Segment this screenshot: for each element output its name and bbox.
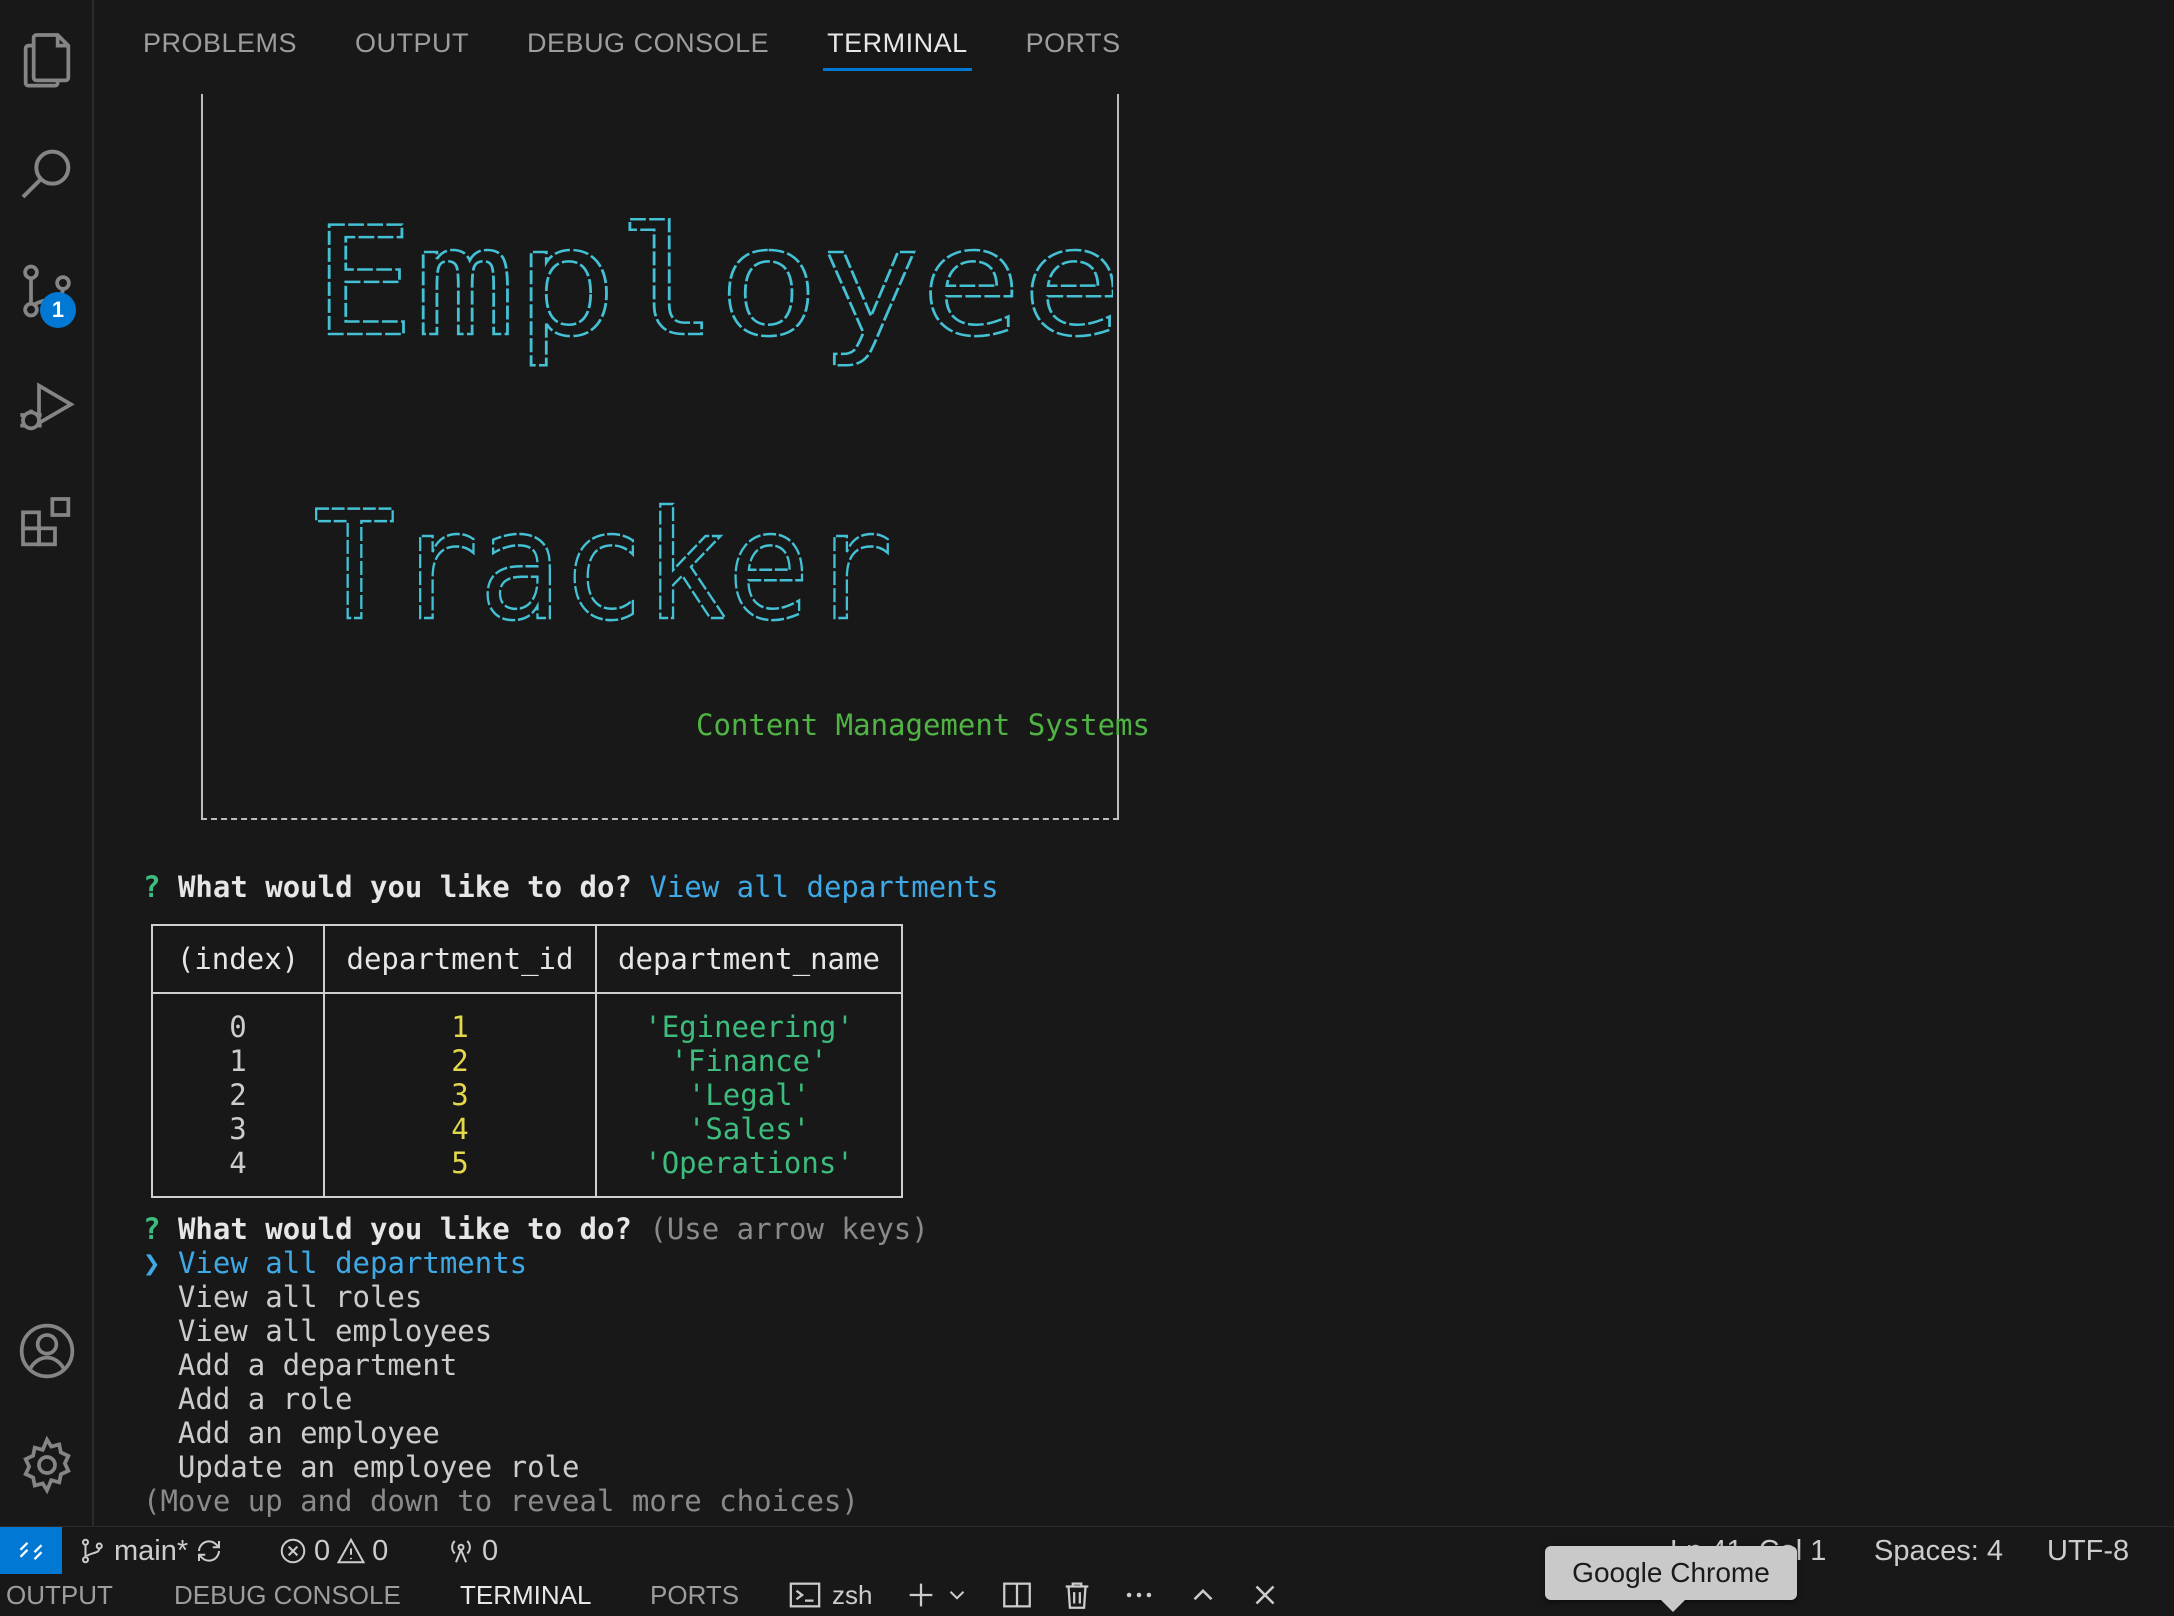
table-header-index: (index)	[176, 942, 300, 976]
prompt-marker: ?	[143, 870, 161, 904]
error-icon	[280, 1538, 306, 1564]
table-cell-department-name: 'Finance'	[670, 1044, 828, 1078]
status-bar: main* 0 0 0 Ln 41, Col 1 Spaces: 4 UTF-8	[0, 1526, 2174, 1575]
branch-name: main*	[114, 1534, 189, 1567]
banner-title-tracker: Tracker	[313, 480, 893, 644]
menu-choice[interactable]: Update an employee role	[143, 1450, 580, 1484]
source-control-badge: 1	[40, 292, 76, 328]
menu-choice-label: Add a department	[177, 1348, 458, 1382]
table-cell-index: 0	[229, 1010, 247, 1044]
menu-choice-label: View all employees	[177, 1314, 493, 1348]
menu-pointer: ❯	[143, 1246, 161, 1280]
departments-table: (index) department_id department_name 0 …	[151, 924, 903, 1198]
menu-choice[interactable]: View all employees	[143, 1314, 492, 1348]
menu-choice[interactable]: Add a department	[143, 1348, 457, 1382]
menu-choice[interactable]: View all roles	[143, 1280, 422, 1314]
search-icon[interactable]	[0, 128, 94, 218]
chevron-down-icon[interactable]	[944, 1578, 970, 1612]
bottom-tab-debug-console[interactable]: DEBUG CONSOLE	[174, 1574, 401, 1616]
table-cell-department-name: 'Operations'	[644, 1146, 854, 1180]
more-actions-icon[interactable]	[1122, 1578, 1156, 1612]
error-count: 0	[314, 1534, 331, 1567]
maximize-panel-chevron-up-icon[interactable]	[1186, 1578, 1220, 1612]
terminal-instance[interactable]: zsh	[788, 1574, 872, 1616]
tab-output[interactable]: OUTPUT	[355, 7, 469, 73]
branch-status[interactable]: main*	[78, 1527, 224, 1575]
banner-title-employee: Employee	[313, 196, 1113, 370]
remote-icon	[19, 1542, 43, 1560]
tab-ports[interactable]: PORTS	[1026, 7, 1121, 73]
warning-icon	[336, 1537, 366, 1564]
tab-problems[interactable]: PROBLEMS	[143, 7, 297, 73]
run-debug-icon[interactable]	[0, 362, 94, 452]
extensions-icon[interactable]	[0, 478, 94, 568]
table-header-separator	[153, 992, 901, 994]
bottom-panel-tabs: OUTPUT DEBUG CONSOLE TERMINAL PORTS zsh	[0, 1574, 2174, 1616]
table-cell-department-id: 4	[451, 1112, 469, 1146]
broadcast-icon	[451, 1540, 471, 1563]
ports-count: 0	[482, 1534, 499, 1567]
banner-ascii-art: Employee Tracker	[313, 195, 1113, 644]
terminal-icon	[789, 1582, 821, 1608]
prompt-answer: View all departments	[649, 870, 999, 904]
bottom-tab-terminal[interactable]: TERMINAL	[460, 1574, 591, 1616]
problems-status[interactable]: 0 0	[278, 1527, 388, 1575]
table-cell-index: 1	[229, 1044, 247, 1078]
table-cell-index: 2	[229, 1078, 247, 1112]
menu-choice-selected[interactable]: ❯ View all departments	[143, 1246, 527, 1280]
ports-status[interactable]: 0	[446, 1527, 498, 1575]
close-icon[interactable]	[1248, 1578, 1282, 1612]
prompt-hint: (Use arrow keys)	[649, 1212, 929, 1246]
prompt-question: What would you like to do?	[177, 870, 632, 904]
menu-choice-label: Add a role	[177, 1382, 353, 1416]
table-cell-department-name: 'Egineering'	[644, 1010, 854, 1044]
trash-icon[interactable]	[1060, 1578, 1094, 1612]
menu-choice-label: View all roles	[177, 1280, 423, 1314]
menu-choice[interactable]: Add a role	[143, 1382, 353, 1416]
bottom-tab-ports[interactable]: PORTS	[650, 1574, 739, 1616]
panel-tabs: PROBLEMS OUTPUT DEBUG CONSOLE TERMINAL P…	[143, 0, 1121, 80]
table-cell-department-id: 1	[451, 1010, 469, 1044]
prompt-line-1: ? What would you like to do? View all de…	[143, 870, 999, 904]
banner-subtitle: Content Management Systems	[696, 708, 1150, 742]
menu-choice-label: Add an employee	[177, 1416, 440, 1450]
encoding-status[interactable]: UTF-8	[2047, 1527, 2129, 1575]
tab-debug-console[interactable]: DEBUG CONSOLE	[527, 7, 769, 73]
table-cell-department-id: 2	[451, 1044, 469, 1078]
accounts-icon[interactable]	[0, 1306, 94, 1396]
menu-choice[interactable]: Add an employee	[143, 1416, 440, 1450]
prompt-marker: ?	[143, 1212, 161, 1246]
indentation-status[interactable]: Spaces: 4	[1874, 1527, 2003, 1575]
prompt-question: What would you like to do?	[177, 1212, 632, 1246]
warning-count: 0	[372, 1534, 389, 1567]
tab-terminal[interactable]: TERMINAL	[823, 7, 972, 73]
activity-bar: 1	[0, 0, 94, 1526]
table-cell-department-name: 'Sales'	[687, 1112, 811, 1146]
new-terminal-plus-icon[interactable]	[904, 1578, 938, 1612]
split-terminal-icon[interactable]	[1000, 1578, 1034, 1612]
table-cell-index: 3	[229, 1112, 247, 1146]
remote-indicator[interactable]	[0, 1527, 62, 1575]
manage-gear-icon[interactable]	[0, 1420, 94, 1510]
table-cell-department-id: 3	[451, 1078, 469, 1112]
sync-icon	[198, 1540, 221, 1562]
table-cell-department-id: 5	[451, 1146, 469, 1180]
table-cell-department-name: 'Legal'	[687, 1078, 811, 1112]
menu-choice-label: Update an employee role	[177, 1450, 580, 1484]
menu-footer-hint: (Move up and down to reveal more choices…	[143, 1484, 859, 1518]
terminal-output[interactable]: Employee Tracker Content Management Syst…	[143, 90, 2043, 1520]
explorer-icon[interactable]	[0, 14, 94, 104]
shell-name: zsh	[832, 1579, 873, 1610]
table-cell-index: 4	[229, 1146, 247, 1180]
menu-choice-label: View all departments	[177, 1246, 528, 1280]
branch-icon	[82, 1538, 103, 1564]
banner-box: Employee Tracker Content Management Syst…	[201, 94, 1150, 820]
bottom-tab-output[interactable]: OUTPUT	[6, 1574, 113, 1616]
table-header-department-id: department_id	[346, 942, 574, 976]
prompt-line-2: ? What would you like to do? (Use arrow …	[143, 1212, 929, 1246]
dock-tooltip: Google Chrome	[1545, 1546, 1797, 1612]
table-header-department-name: department_name	[618, 942, 880, 976]
